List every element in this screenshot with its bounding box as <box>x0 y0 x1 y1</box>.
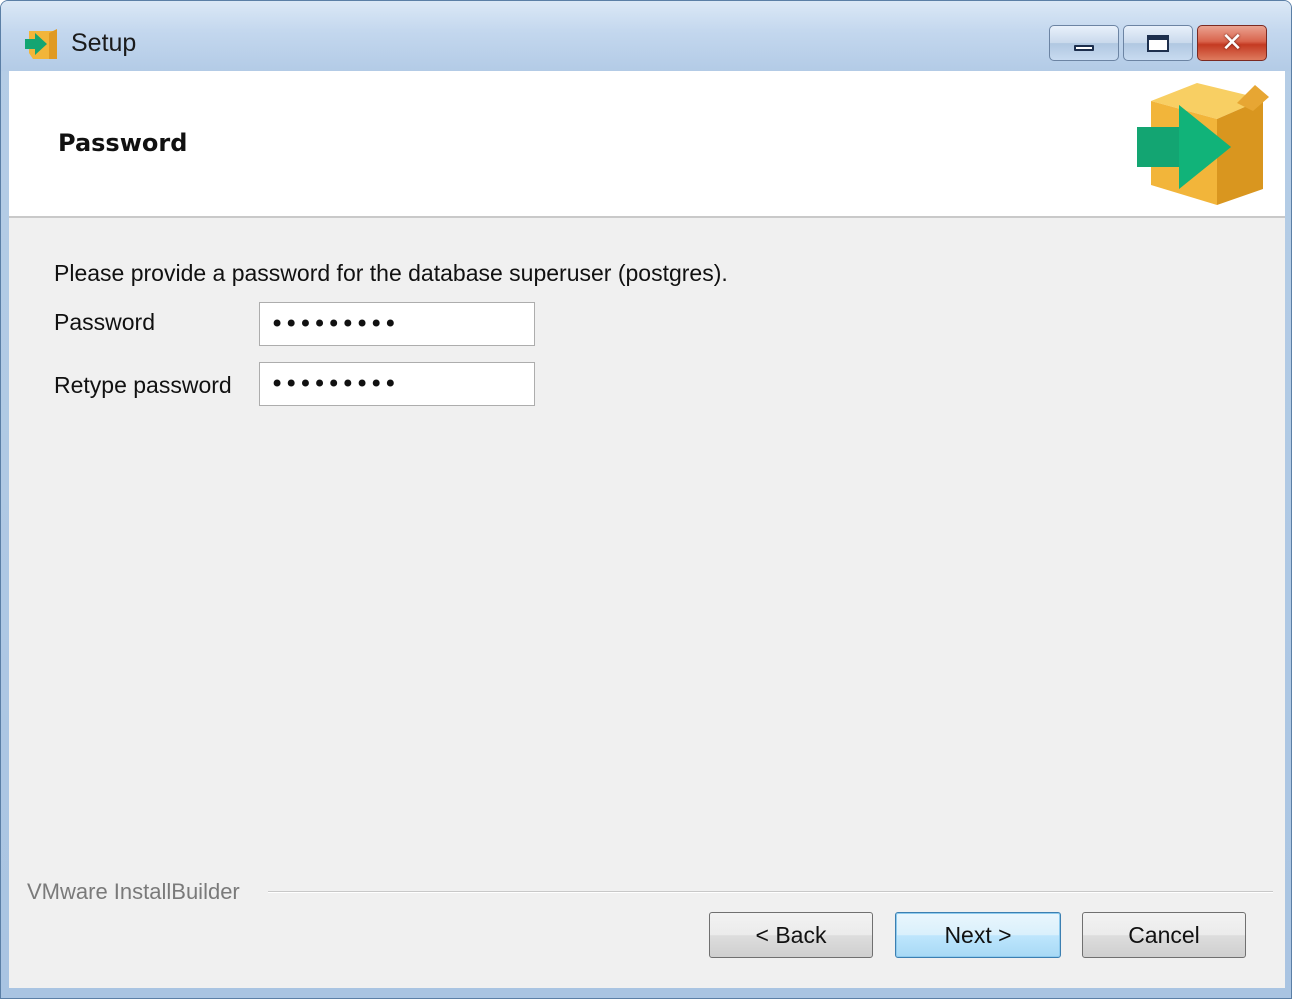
retype-password-label: Retype password <box>54 372 232 398</box>
password-field[interactable] <box>259 302 535 346</box>
minimize-button[interactable] <box>1049 25 1119 61</box>
separator <box>268 891 1273 893</box>
maximize-icon <box>1147 34 1169 52</box>
page-title: Password <box>58 129 188 157</box>
minimize-icon <box>1074 45 1094 51</box>
back-button[interactable]: < Back <box>709 912 873 958</box>
next-button[interactable]: Next > <box>895 912 1061 958</box>
password-label: Password <box>54 309 155 335</box>
cancel-button[interactable]: Cancel <box>1082 912 1246 958</box>
brand-row: VMware InstallBuilder <box>9 876 1285 906</box>
installer-box-icon <box>25 29 57 59</box>
retype-password-field[interactable] <box>259 362 535 406</box>
maximize-button[interactable] <box>1123 25 1193 61</box>
close-button[interactable]: ✕ <box>1197 25 1267 61</box>
header-panel: Password <box>9 71 1285 218</box>
installer-box-icon <box>1137 83 1269 205</box>
window-title: Setup <box>71 29 137 57</box>
setup-window: Setup ✕ Password Please provide a passwo… <box>0 0 1292 999</box>
dialog-body: Password Please provide a password for t… <box>9 71 1285 988</box>
instructions-text: Please provide a password for the databa… <box>54 260 728 286</box>
title-bar[interactable]: Setup ✕ <box>1 1 1291 71</box>
close-icon: ✕ <box>1221 28 1243 58</box>
brand-label: VMware InstallBuilder <box>27 879 240 904</box>
